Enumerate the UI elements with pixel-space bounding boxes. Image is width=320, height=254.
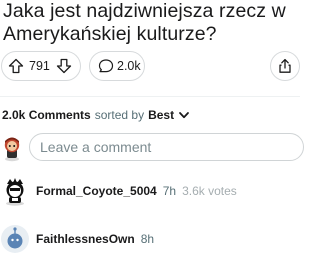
arrow-down-icon[interactable] <box>56 58 72 74</box>
comments-button[interactable]: 2.0k <box>89 51 145 81</box>
comment-input[interactable] <box>29 133 304 161</box>
comment-author[interactable]: FaithlessnesOwn <box>36 232 135 246</box>
post-title: Jaka jest najdziwniejsza rzecz w Ameryka… <box>3 0 286 45</box>
comment-author[interactable]: Formal_Coyote_5004 <box>36 184 157 198</box>
comment-votes: 3.6k votes <box>182 184 237 198</box>
comments-count-label: 2.0k Comments <box>2 108 91 122</box>
vote-score: 791 <box>29 59 50 73</box>
speech-bubble-icon <box>98 58 114 74</box>
share-button[interactable] <box>270 51 300 81</box>
vote-control: 791 <box>1 51 81 81</box>
avatar[interactable] <box>0 176 30 206</box>
sort-value[interactable]: Best <box>148 108 174 122</box>
current-user-avatar <box>0 134 24 162</box>
chevron-down-icon[interactable] <box>178 109 190 121</box>
comments-sort-bar[interactable]: 2.0k Comments sorted by Best <box>2 108 190 122</box>
comment-count: 2.0k <box>117 59 141 73</box>
comment-time: 7h <box>162 184 177 198</box>
share-icon <box>277 58 293 74</box>
arrow-up-icon[interactable] <box>8 58 24 74</box>
comment-header: Formal_Coyote_5004 7h 3.6k votes <box>0 176 237 206</box>
divider <box>0 96 300 97</box>
sort-prefix: sorted by <box>94 108 145 122</box>
comment-time: 8h <box>140 232 155 246</box>
